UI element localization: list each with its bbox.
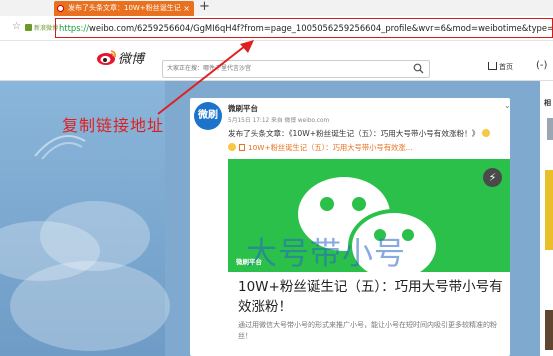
post-text-line: 发布了头条文章：《10W+粉丝诞生记（五）：巧用大号带小号有效涨粉！》 (228, 128, 490, 139)
nav-video-icon[interactable]: (-) (536, 60, 547, 71)
post-meta: 5月15日 17:12 来自 微博 weibo.com (228, 118, 330, 124)
url-text: weibo.com/6259256604/GgMI6qH4f?from=page… (89, 23, 553, 33)
article-description: 通过用微信大号带小号的形式来推广小号，能让小号在短时间内吸引更多较精准的粉丝！ (238, 321, 497, 340)
article-cover-image[interactable]: 大号带小号 微刷平台 ⚡ (228, 159, 510, 272)
article-link[interactable]: 10W+粉丝诞生记（五）：巧用大号带小号有效涨... (228, 143, 413, 153)
right-thumbnail[interactable] (545, 310, 553, 350)
bubble-eye (352, 197, 366, 211)
browser-tab-active[interactable]: 发布了头条文章：10W+粉丝诞生记 × (54, 1, 194, 16)
site-tag-icon (25, 24, 32, 31)
weibo-logo-text[interactable]: 微博 (118, 48, 144, 67)
avatar[interactable]: 微刷 (194, 102, 222, 130)
weibo-logo-icon[interactable] (96, 49, 118, 66)
bookmark-star-icon[interactable]: ☆ (12, 21, 21, 32)
article-link-icon (239, 144, 245, 151)
right-column-heading: 相 (544, 99, 551, 107)
nav-home-label: 首页 (499, 63, 513, 71)
weibo-post-card: 微刷 微刷平台 5月15日 17:12 来自 微博 weibo.com ⌄ 发布… (190, 98, 511, 356)
tab-close-icon[interactable]: × (183, 1, 190, 16)
search-icon[interactable] (413, 63, 424, 74)
browser-tab-bar: 发布了头条文章：10W+粉丝诞生记 × + (0, 0, 553, 16)
chevron-down-icon[interactable]: ⌄ (504, 101, 511, 110)
article-link-text: 10W+粉丝诞生记（五）：巧用大号带小号有效涨... (248, 143, 413, 152)
address-bar: ☆ 新浪微博 https://weibo.com/6259256604/GgMI… (0, 16, 553, 41)
weibo-favicon-icon (57, 5, 64, 12)
emoji-icon (481, 129, 490, 137)
post-text: 发布了头条文章：《10W+粉丝诞生记（五）：巧用大号带小号有效涨粉！》 (228, 129, 480, 138)
home-icon (488, 62, 497, 70)
url-scheme: https:// (59, 23, 90, 33)
right-thumbnail[interactable] (547, 118, 553, 140)
right-thumbnail[interactable] (545, 170, 553, 250)
cover-caption: 微刷平台 (236, 258, 262, 266)
new-tab-button[interactable]: + (199, 0, 210, 14)
nav-home-link[interactable]: 首页 (488, 62, 513, 72)
lightning-icon[interactable]: ⚡ (483, 168, 502, 187)
cover-overlay-text: 大号带小号 (246, 236, 406, 272)
url-field[interactable]: https://weibo.com/6259256604/GgMI6qH4f?f… (55, 18, 553, 38)
article-title[interactable]: 10W+粉丝诞生记（五）：巧用大号带小号有效涨粉！ (238, 277, 503, 317)
annotation-label: 复制链接地址 (62, 116, 165, 135)
cloud-decoration (10, 261, 170, 351)
bubble-eye (320, 197, 334, 211)
tab-title: 发布了头条文章：10W+粉丝诞生记 (68, 4, 181, 12)
emoji-icon (228, 143, 236, 151)
post-author[interactable]: 微刷平台 (228, 103, 258, 114)
site-identity[interactable]: 新浪微博 (25, 23, 58, 32)
weibo-top-nav: 微博 首页 (-) (0, 41, 553, 81)
